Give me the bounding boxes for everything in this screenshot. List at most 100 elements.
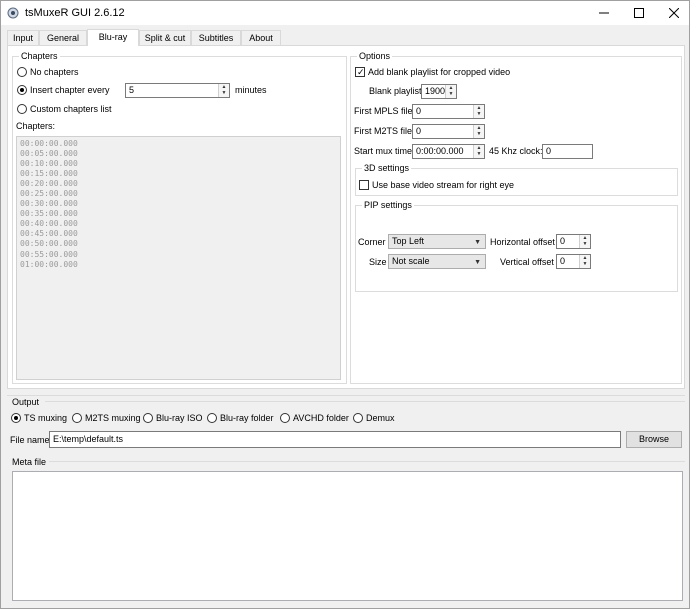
- chapter-item: 00:20:00.000: [20, 179, 78, 189]
- spin-down-icon: ▼: [476, 151, 482, 157]
- close-button[interactable]: [651, 1, 690, 25]
- use-base-stream-checkbox[interactable]: [359, 180, 369, 190]
- spin-down-icon: ▼: [582, 261, 588, 267]
- tab-general[interactable]: General: [39, 30, 87, 45]
- chapter-interval-spin-buttons[interactable]: ▲ ▼: [218, 84, 229, 97]
- chevron-down-icon: ▼: [474, 259, 481, 266]
- blu-ray-folder-radio[interactable]: [207, 413, 217, 423]
- horizontal-offset-spin-buttons[interactable]: ▲ ▼: [579, 235, 590, 248]
- output-area: Output TS muxing M2TS muxing Blu-ray ISO…: [7, 395, 685, 605]
- m2ts-muxing-radio[interactable]: [72, 413, 82, 423]
- vertical-offset-spinbox[interactable]: 0 ▲ ▼: [556, 254, 591, 269]
- size-combobox[interactable]: Not scale ▼: [388, 254, 486, 269]
- chapter-item: 01:00:00.000: [20, 259, 78, 269]
- blank-playlist-spinbox[interactable]: 1900 ▲ ▼: [421, 84, 457, 99]
- window-title: tsMuxeR GUI 2.6.12: [25, 7, 125, 19]
- first-m2ts-label: First M2TS file: [354, 126, 413, 136]
- maximize-icon: [634, 8, 644, 18]
- corner-combobox[interactable]: Top Left ▼: [388, 234, 486, 249]
- first-mpls-value: 0: [416, 106, 422, 116]
- file-name-label: File name: [10, 435, 50, 445]
- first-mpls-spinbox[interactable]: 0 ▲ ▼: [412, 104, 485, 119]
- 3d-settings-title: 3D settings: [362, 163, 412, 173]
- corner-value: Top Left: [392, 236, 425, 246]
- first-m2ts-spin-buttons[interactable]: ▲ ▼: [473, 125, 484, 138]
- start-mux-label: Start mux time: [354, 146, 413, 156]
- custom-chapters-label: Custom chapters list: [30, 104, 112, 114]
- chapters-list-label: Chapters:: [16, 121, 56, 131]
- start-mux-spin-buttons[interactable]: ▲ ▼: [473, 145, 484, 158]
- chapter-item: 00:55:00.000: [20, 249, 78, 259]
- output-group-title: Output: [12, 397, 40, 407]
- no-chapters-radio[interactable]: [17, 67, 27, 77]
- chapter-item: 00:10:00.000: [20, 159, 78, 169]
- vertical-offset-label: Vertical offset: [500, 257, 554, 267]
- demux-label: Demux: [366, 413, 395, 423]
- blank-playlist-spin-buttons[interactable]: ▲ ▼: [445, 85, 456, 98]
- chapter-item: 00:05:00.000: [20, 149, 78, 159]
- spin-down-icon: ▼: [582, 241, 588, 247]
- spin-down-icon: ▼: [476, 111, 482, 117]
- use-base-stream-label: Use base video stream for right eye: [372, 180, 515, 190]
- avchd-folder-radio[interactable]: [280, 413, 290, 423]
- tab-about[interactable]: About: [241, 30, 281, 45]
- tab-subtitles[interactable]: Subtitles: [191, 30, 241, 45]
- vertical-offset-spin-buttons[interactable]: ▲ ▼: [579, 255, 590, 268]
- tab-split-cut[interactable]: Split & cut: [139, 30, 191, 45]
- chevron-down-icon: ▼: [474, 239, 481, 246]
- chapter-item: 00:40:00.000: [20, 219, 78, 229]
- spin-down-icon: ▼: [448, 91, 454, 97]
- meta-file-label: Meta file: [12, 457, 47, 467]
- no-chapters-label: No chapters: [30, 67, 79, 77]
- blank-playlist-label: Blank playlist: [369, 86, 422, 96]
- chapter-interval-value: 5: [129, 85, 135, 95]
- ts-muxing-radio[interactable]: [11, 413, 21, 423]
- minimize-icon: [599, 12, 609, 14]
- divider: [45, 401, 685, 402]
- first-m2ts-spinbox[interactable]: 0 ▲ ▼: [412, 124, 485, 139]
- app-icon: [7, 7, 19, 19]
- chapter-item: 00:50:00.000: [20, 239, 78, 249]
- add-blank-playlist-checkbox[interactable]: ✓: [355, 67, 365, 77]
- spin-down-icon: ▼: [221, 90, 227, 96]
- browse-button[interactable]: Browse: [626, 431, 682, 448]
- blu-ray-iso-label: Blu-ray ISO: [156, 413, 203, 423]
- horizontal-offset-value: 0: [560, 236, 566, 246]
- horizontal-offset-spinbox[interactable]: 0 ▲ ▼: [556, 234, 591, 249]
- tab-input[interactable]: Input: [7, 30, 39, 45]
- insert-chapter-radio[interactable]: [17, 85, 27, 95]
- chapter-item: 00:35:00.000: [20, 209, 78, 219]
- first-m2ts-value: 0: [416, 126, 422, 136]
- chapters-list[interactable]: 00:00:00.000 00:05:00.000 00:10:00.000 0…: [16, 136, 341, 380]
- start-mux-spinbox[interactable]: 0:00:00.000 ▲ ▼: [412, 144, 485, 159]
- m2ts-muxing-label: M2TS muxing: [85, 413, 141, 423]
- start-mux-value: 0:00:00.000: [416, 146, 464, 156]
- add-blank-playlist-label: Add blank playlist for cropped video: [368, 67, 511, 77]
- tab-blu-ray[interactable]: Blu-ray: [87, 29, 139, 46]
- blu-ray-folder-label: Blu-ray folder: [220, 413, 274, 423]
- divider: [7, 395, 685, 396]
- clock-label: 45 Khz clock:: [489, 146, 543, 156]
- chapter-item: 00:25:00.000: [20, 189, 78, 199]
- first-mpls-spin-buttons[interactable]: ▲ ▼: [473, 105, 484, 118]
- blank-playlist-value: 1900: [425, 86, 446, 96]
- clock-value: 0: [546, 146, 552, 156]
- chapter-item: 00:15:00.000: [20, 169, 78, 179]
- divider: [49, 461, 685, 462]
- file-name-input[interactable]: E:\temp\default.ts: [49, 431, 621, 448]
- meta-file-textarea[interactable]: [12, 471, 683, 601]
- blu-ray-iso-radio[interactable]: [143, 413, 153, 423]
- chapter-item: 00:45:00.000: [20, 229, 78, 239]
- pip-settings-title: PIP settings: [362, 200, 414, 210]
- ts-muxing-label: TS muxing: [24, 413, 68, 423]
- custom-chapters-radio[interactable]: [17, 104, 27, 114]
- horizontal-offset-label: Horizontal offset: [490, 237, 555, 247]
- spin-down-icon: ▼: [476, 131, 482, 137]
- chapter-item: 00:30:00.000: [20, 199, 78, 209]
- chapter-interval-spinbox[interactable]: 5 ▲ ▼: [125, 83, 230, 98]
- demux-radio[interactable]: [353, 413, 363, 423]
- insert-chapter-label: Insert chapter every: [30, 85, 110, 95]
- clock-input[interactable]: 0: [542, 144, 593, 159]
- file-name-value: E:\temp\default.ts: [53, 434, 124, 444]
- chapter-item: 00:00:00.000: [20, 139, 78, 148]
